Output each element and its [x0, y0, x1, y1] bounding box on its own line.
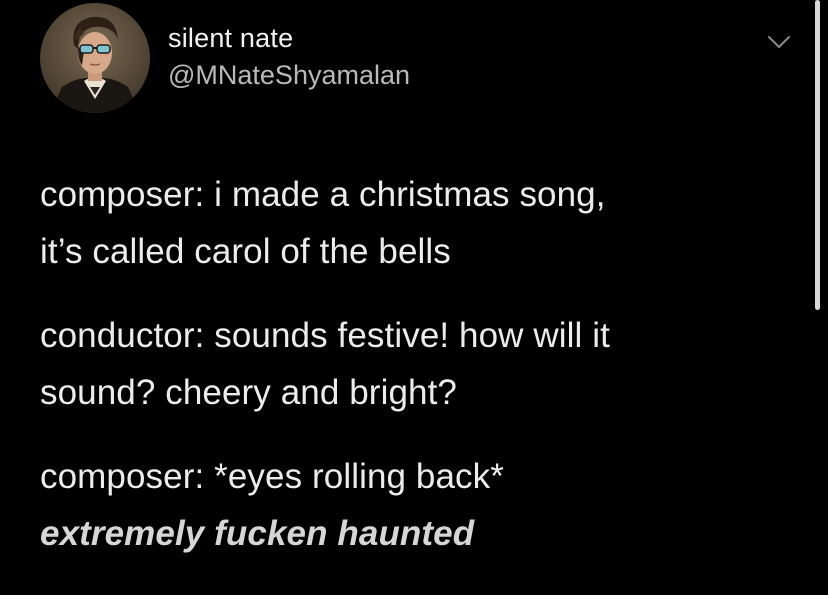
- tweet-text: composer: i made a christmas song, it’s …: [40, 166, 800, 562]
- tweet-card: silent nate @MNateShyamalan composer: i …: [0, 0, 828, 595]
- tweet-paragraph: composer: i made a christmas song, it’s …: [40, 166, 800, 280]
- tweet-line: sound? cheery and bright?: [40, 373, 457, 412]
- avatar[interactable]: [40, 3, 150, 113]
- tweet-line: conductor: sounds festive! how will it: [40, 316, 610, 355]
- scrollbar[interactable]: [815, 0, 820, 310]
- tweet-line: it’s called carol of the bells: [40, 232, 451, 271]
- tweet-emphasis-line: extremely fucken haunted: [40, 514, 475, 553]
- tweet-line: composer: i made a christmas song,: [40, 175, 606, 214]
- chevron-down-icon[interactable]: [766, 32, 792, 52]
- tweet-line: composer: *eyes rolling back*: [40, 457, 504, 496]
- author-block: silent nate @MNateShyamalan: [168, 22, 410, 91]
- tweet-paragraph: composer: *eyes rolling back* extremely …: [40, 448, 800, 562]
- user-handle[interactable]: @MNateShyamalan: [168, 59, 410, 91]
- display-name[interactable]: silent nate: [168, 22, 410, 54]
- portrait-avatar-icon: [40, 3, 150, 113]
- tweet-paragraph: conductor: sounds festive! how will it s…: [40, 307, 800, 421]
